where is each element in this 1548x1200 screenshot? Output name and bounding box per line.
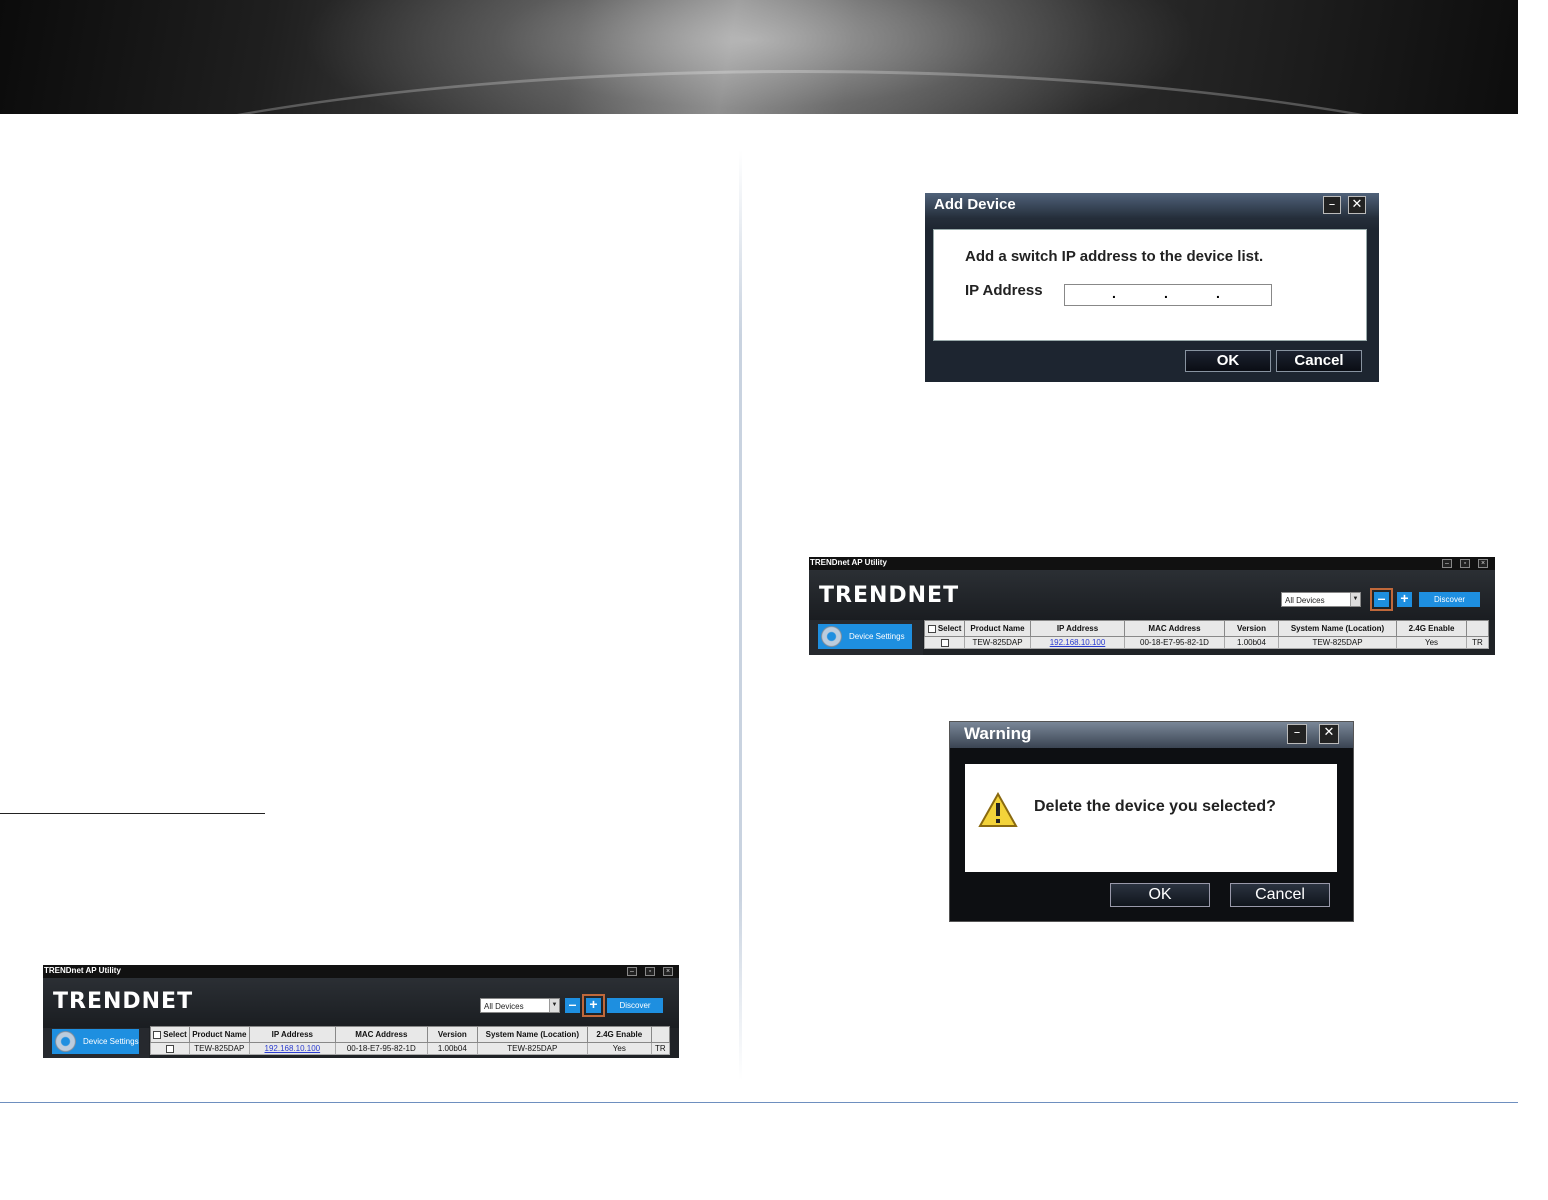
discover-button[interactable]: Discover — [607, 998, 663, 1013]
dialog-message: Add a switch IP address to the device li… — [965, 248, 1264, 265]
device-settings-button[interactable]: Device Settings — [52, 1029, 139, 1054]
sidebar: Device Settings — [43, 1028, 149, 1058]
chevron-down-icon: ▼ — [549, 999, 559, 1012]
chevron-down-icon: ▼ — [1350, 593, 1360, 606]
window-title: TRENDnet AP Utility — [43, 965, 679, 978]
warning-icon — [978, 792, 1018, 827]
dialog-message: Delete the device you selected? — [1034, 798, 1276, 815]
add-device-dialog: Add Device – ✕ Add a switch IP address t… — [925, 193, 1379, 382]
ip-link[interactable]: 192.168.10.100 — [248, 1042, 336, 1055]
row-checkbox[interactable] — [940, 638, 949, 647]
cancel-button[interactable]: Cancel — [1230, 883, 1330, 907]
row-checkbox[interactable] — [165, 1044, 174, 1053]
device-filter-select[interactable]: All Devices ▼ — [480, 998, 560, 1013]
dialog-body: Add a switch IP address to the device li… — [933, 229, 1367, 341]
close-icon[interactable]: × — [663, 967, 673, 976]
select-all-checkbox[interactable] — [153, 1030, 161, 1039]
minimize-icon[interactable]: – — [1323, 196, 1341, 214]
manual-page: Add Device – ✕ Add a switch IP address t… — [0, 0, 1548, 1200]
ip-link[interactable]: 192.168.10.100 — [1030, 636, 1125, 649]
header-banner — [0, 0, 1518, 114]
gear-icon — [821, 626, 842, 647]
ap-utility-window-delete: TRENDnet AP Utility – ▫ × TRENDNET All D… — [809, 557, 1495, 655]
close-icon[interactable]: ✕ — [1319, 724, 1339, 744]
ap-utility-window-add: TRENDnet AP Utility – ▫ × TRENDNET All D… — [43, 965, 679, 1058]
dialog-body: Delete the device you selected? — [965, 764, 1337, 872]
table-header: Select Product Name IP Address MAC Addre… — [924, 620, 1489, 637]
sidebar: Device Settings — [809, 620, 923, 655]
close-icon[interactable]: × — [1478, 559, 1488, 568]
minimize-icon[interactable]: – — [1442, 559, 1452, 568]
ok-button[interactable]: OK — [1185, 350, 1271, 372]
device-filter-select[interactable]: All Devices ▼ — [1281, 592, 1361, 607]
minimize-icon[interactable]: – — [627, 967, 637, 976]
trendnet-logo: TRENDNET — [819, 583, 960, 608]
minimize-icon[interactable]: – — [1287, 724, 1307, 744]
discover-button[interactable]: Discover — [1419, 592, 1480, 607]
add-device-button[interactable]: + — [1397, 591, 1412, 607]
device-settings-button[interactable]: Device Settings — [818, 624, 912, 649]
section-rule — [0, 813, 265, 814]
highlight-box — [582, 994, 605, 1017]
restore-icon[interactable]: ▫ — [1460, 559, 1470, 568]
close-icon[interactable]: ✕ — [1348, 196, 1366, 214]
ok-button[interactable]: OK — [1110, 883, 1210, 907]
device-table: Select Product Name IP Address MAC Addre… — [924, 620, 1489, 649]
device-table: Select Product Name IP Address MAC Addre… — [150, 1026, 670, 1055]
restore-icon[interactable]: ▫ — [645, 967, 655, 976]
remove-device-button[interactable]: – — [565, 997, 580, 1013]
table-row[interactable]: TEW-825DAP 192.168.10.100 00-18-E7-95-82… — [924, 636, 1489, 649]
select-all-checkbox[interactable] — [927, 624, 936, 633]
gear-icon — [55, 1031, 76, 1052]
table-row[interactable]: TEW-825DAP 192.168.10.100 00-18-E7-95-82… — [150, 1042, 670, 1055]
ip-address-label: IP Address — [965, 282, 1043, 299]
highlight-box — [1370, 588, 1393, 611]
column-divider — [739, 150, 742, 1080]
footer-rule — [0, 1102, 1518, 1103]
warning-dialog: Warning – ✕ Delete the device you select… — [949, 721, 1354, 922]
dialog-title: Add Device — [925, 193, 1379, 219]
ip-address-input[interactable]: . . . — [1064, 284, 1272, 306]
table-header: Select Product Name IP Address MAC Addre… — [150, 1026, 670, 1043]
trendnet-logo: TRENDNET — [53, 989, 194, 1014]
cancel-button[interactable]: Cancel — [1276, 350, 1362, 372]
window-title: TRENDnet AP Utility — [809, 557, 1495, 570]
